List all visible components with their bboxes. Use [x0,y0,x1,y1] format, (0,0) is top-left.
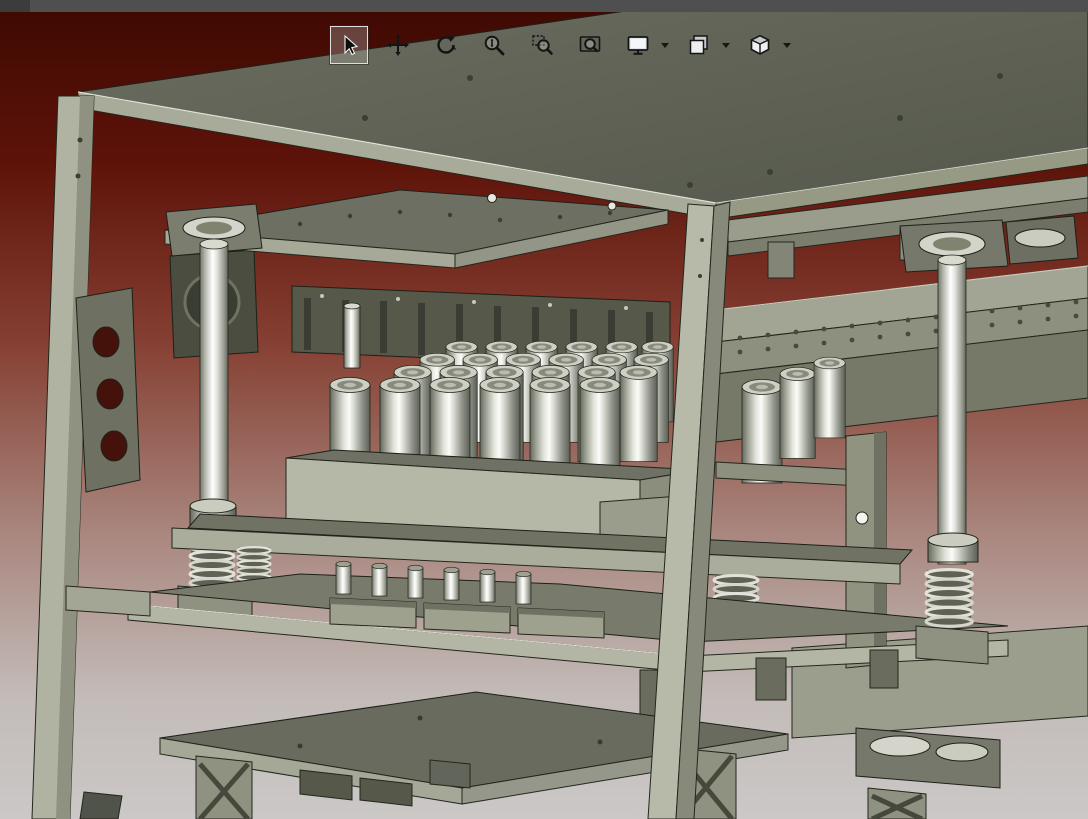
magnifier-zoom-icon [484,35,505,56]
display-mode-dropdown-caret[interactable] [722,42,730,48]
pan-tool-button[interactable] [380,27,416,63]
window-top-strip-corner [0,0,30,12]
monitor-icon [627,36,649,55]
magnifier-zoom-area-icon [532,35,553,55]
cursor-arrow-icon [344,34,359,56]
cube-3d-icon [749,34,771,55]
view-3d-button[interactable] [742,27,778,63]
cad-viewer-window [0,0,1088,819]
model-viewport[interactable] [0,0,1088,819]
window-top-strip [0,0,1088,12]
pan-arrows-icon [387,34,409,56]
small-guide-rod[interactable] [343,302,361,369]
view-3d-dropdown-caret[interactable] [783,42,791,48]
display-mode-button[interactable] [681,27,717,63]
zoom-area-tool-button[interactable] [524,27,560,63]
shaded-pages-icon [689,35,708,55]
select-tool-button[interactable] [329,25,369,65]
view-orientation-group [620,27,669,63]
display-mode-group [681,27,730,63]
view-orientation-dropdown-caret[interactable] [661,42,669,48]
rotate-tool-button[interactable] [428,27,464,63]
zoom-fit-tool-button[interactable] [572,27,608,63]
view-orientation-button[interactable] [620,27,656,63]
magnifier-zoom-fit-icon [579,36,601,53]
left-bracket-plate[interactable] [75,287,141,493]
spring[interactable] [924,568,974,628]
rotate-orbit-icon [437,35,456,54]
zoom-tool-button[interactable] [476,27,512,63]
view-3d-group [742,27,791,63]
viewer-toolbar [329,24,791,66]
